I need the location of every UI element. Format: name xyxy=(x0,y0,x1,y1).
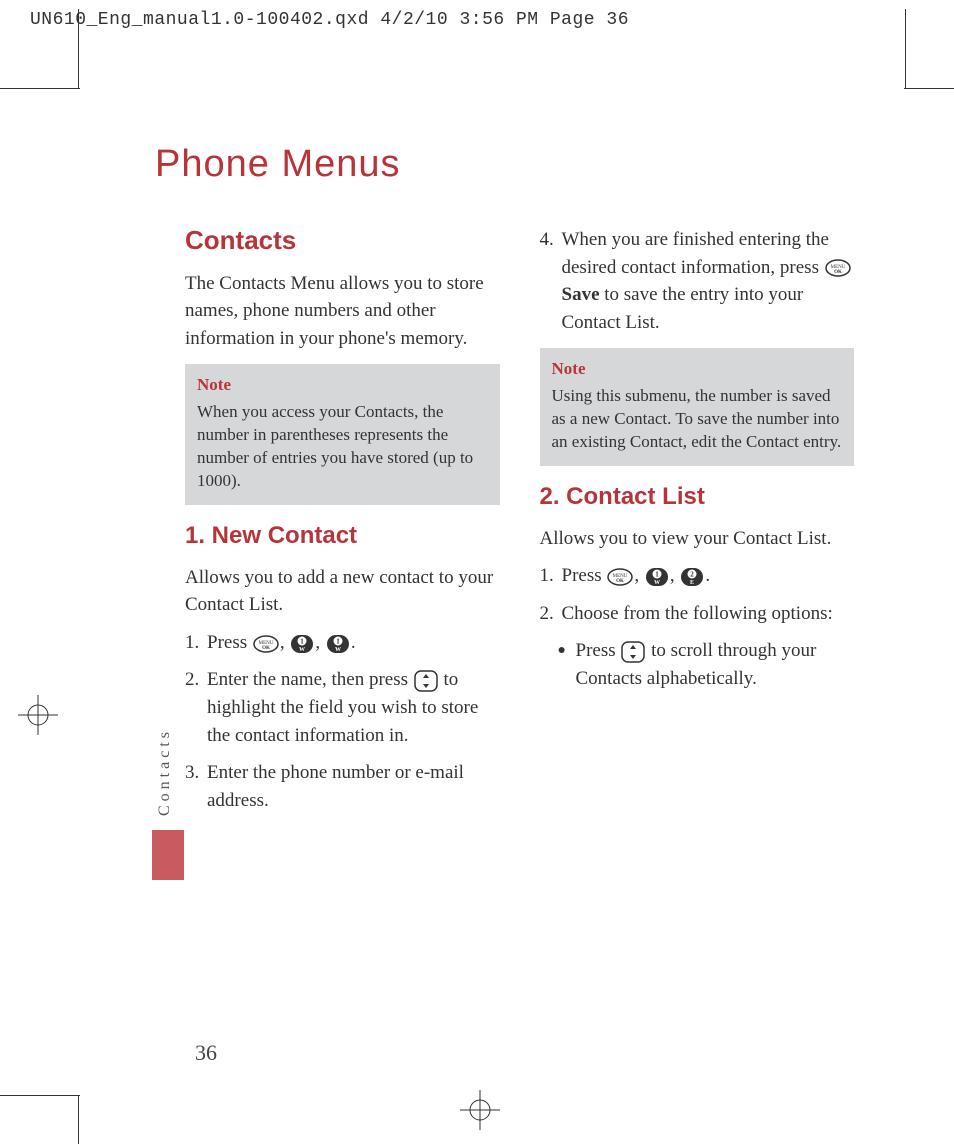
nav-key-icon xyxy=(621,641,645,663)
step-2b: 2. Choose from the following options: xyxy=(540,600,855,628)
crop-mark xyxy=(0,88,80,90)
step-text: Enter the name, then press xyxy=(207,669,408,690)
left-column: Contacts The Contacts Menu allows you to… xyxy=(185,216,500,824)
step-1b: 1. Press MENUOK, 1W, 2E. xyxy=(540,562,855,590)
note-body: When you access your Contacts, the numbe… xyxy=(197,402,473,490)
svg-text:1: 1 xyxy=(301,637,305,645)
svg-text:W: W xyxy=(335,647,341,653)
subsection-intro: Allows you to add a new contact to your … xyxy=(185,564,500,619)
note-label: Note xyxy=(552,358,843,381)
step-number: 2. xyxy=(540,600,562,628)
two-key-icon: 2E xyxy=(680,567,704,587)
side-tab-color-block xyxy=(152,830,184,880)
two-column-layout: Contacts The Contacts Menu allows you to… xyxy=(185,216,854,824)
subsection-contact-list: 2. Contact List xyxy=(540,480,855,515)
step-number: 2. xyxy=(185,666,207,749)
note-box: Note Using this submenu, the number is s… xyxy=(540,348,855,466)
chapter-title: Phone Menus xyxy=(155,143,854,186)
step-4: 4. When you are finished entering the de… xyxy=(540,226,855,336)
subsection-intro: Allows you to view your Contact List. xyxy=(540,525,855,553)
one-key-icon: 1W xyxy=(290,634,314,654)
page-number: 36 xyxy=(195,1040,217,1066)
save-label: Save xyxy=(562,284,600,305)
step-2: 2. Enter the name, then press to highlig… xyxy=(185,666,500,749)
prepress-header: UN610_Eng_manual1.0-100402.qxd 4/2/10 3:… xyxy=(0,0,954,40)
step-1: 1. Press MENUOK, 1W, 1W. xyxy=(185,629,500,657)
svg-text:1: 1 xyxy=(336,637,340,645)
step-number: 1. xyxy=(540,562,562,590)
step-number: 4. xyxy=(540,226,562,336)
nav-key-icon xyxy=(414,670,438,692)
right-column: 4. When you are finished entering the de… xyxy=(540,216,855,824)
step-number: 3. xyxy=(185,759,207,814)
svg-text:OK: OK xyxy=(262,646,270,651)
step-text: Enter the phone number or e-mail address… xyxy=(207,759,500,814)
intro-text: The Contacts Menu allows you to store na… xyxy=(185,270,500,353)
svg-text:1: 1 xyxy=(655,570,659,578)
step-text: When you are finished entering the desir… xyxy=(562,229,829,278)
svg-text:W: W xyxy=(654,580,660,586)
step-number: 1. xyxy=(185,629,207,657)
bullet-item: ● Press to scroll through your Contacts … xyxy=(558,637,855,692)
svg-text:W: W xyxy=(299,647,305,653)
note-label: Note xyxy=(197,374,488,397)
one-key-icon: 1W xyxy=(645,567,669,587)
menu-ok-key-icon: MENUOK xyxy=(253,635,279,653)
menu-ok-key-icon: MENUOK xyxy=(607,568,633,586)
side-tab-label: Contacts xyxy=(156,728,174,816)
one-key-icon: 1W xyxy=(326,634,350,654)
crop-mark xyxy=(904,88,954,90)
crop-mark xyxy=(0,1095,80,1097)
menu-ok-key-icon: MENUOK xyxy=(825,259,851,277)
registration-mark-icon xyxy=(18,695,58,740)
bullet-text: Press xyxy=(576,640,621,661)
subsection-new-contact: 1. New Contact xyxy=(185,519,500,554)
note-body: Using this submenu, the number is saved … xyxy=(552,386,842,451)
step-text: Press xyxy=(207,632,252,653)
page-body: Phone Menus Contacts The Contacts Menu a… xyxy=(80,88,904,1098)
svg-text:2: 2 xyxy=(691,570,695,578)
step-text: Choose from the following options: xyxy=(562,600,855,628)
step-text: Press xyxy=(562,565,607,586)
step-3: 3. Enter the phone number or e-mail addr… xyxy=(185,759,500,814)
svg-text:OK: OK xyxy=(616,579,624,584)
svg-text:E: E xyxy=(690,580,694,586)
section-title-contacts: Contacts xyxy=(185,222,500,260)
bullet-icon: ● xyxy=(558,637,576,692)
note-box: Note When you access your Contacts, the … xyxy=(185,364,500,505)
svg-text:OK: OK xyxy=(834,270,842,275)
